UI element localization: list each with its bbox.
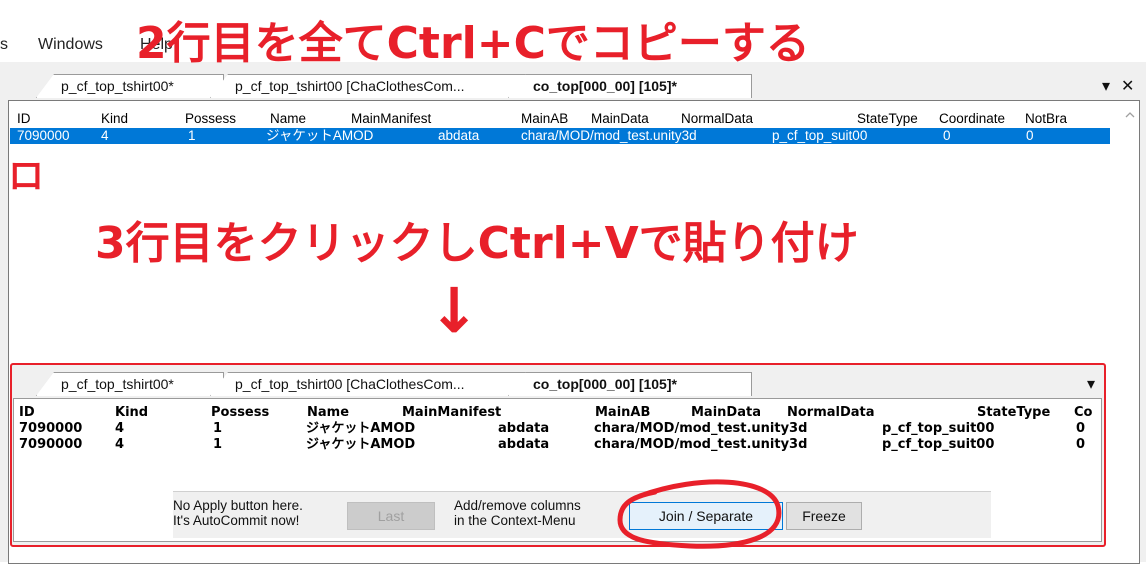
- hand-drawn-circle-icon: [617, 479, 782, 549]
